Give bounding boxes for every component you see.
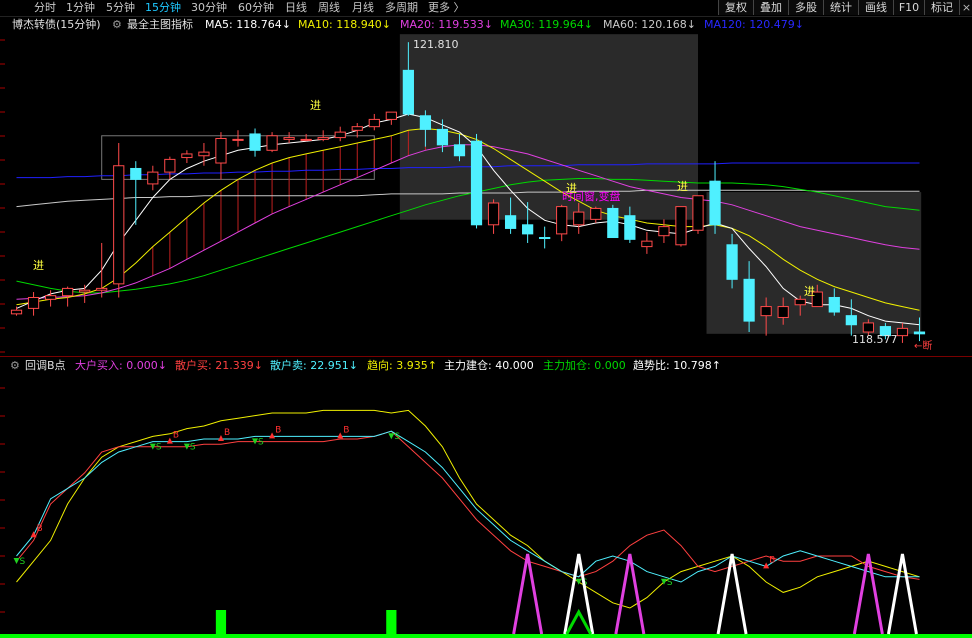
green-signal-bar [215, 610, 227, 634]
candle-body [419, 115, 432, 130]
candle-body [368, 118, 380, 128]
sub-line-retail_sell [16, 430, 920, 583]
candle-body [794, 298, 806, 306]
entry-signal: 进 [310, 99, 321, 112]
candle-body [470, 140, 483, 226]
candle-body [590, 207, 602, 220]
candle-body [10, 309, 23, 315]
candle-body [709, 180, 721, 226]
candle-body [539, 237, 551, 240]
entry-signal: 进 [566, 182, 577, 195]
triangle-signal [565, 608, 593, 635]
candle-body [385, 111, 397, 120]
candle-body [743, 278, 755, 322]
candle-body [300, 138, 312, 141]
price-chart[interactable]: SBSBSBSB BSS SB [0, 0, 972, 638]
baseline-bar [0, 634, 972, 638]
candle-body [828, 296, 840, 313]
candle-body [130, 167, 142, 180]
candle-body [760, 306, 772, 317]
candle-body [607, 207, 619, 239]
candle-body [845, 315, 857, 326]
candle-body [726, 244, 738, 280]
candle-body [249, 133, 261, 151]
candle-body [504, 215, 517, 229]
signal-letter: B [37, 524, 43, 534]
signal-letter: B [224, 428, 230, 438]
signal-letter: B [173, 431, 179, 441]
candle-body [334, 131, 346, 139]
entry-signal: 进 [677, 180, 688, 193]
signal-letter: B [343, 425, 349, 435]
stock-chart-window: 分时 1分钟 5分钟 15分钟 30分钟 60分钟 日线 周线 月线 多周期 更… [0, 0, 972, 638]
candle-body [198, 151, 210, 157]
candle-body [266, 135, 278, 151]
high-price-label: 121.810 [413, 38, 459, 51]
signal-letter: S [156, 443, 162, 453]
signal-letter: B [275, 425, 281, 435]
candle-body [675, 206, 687, 246]
triangle-signal [512, 553, 544, 635]
highlight-zone [706, 192, 922, 334]
signal-letter: S [667, 578, 673, 588]
triangle-signal [886, 553, 918, 635]
signal-letter: S [20, 557, 26, 567]
low-arrow-label: ←断 [914, 341, 933, 352]
candle-body [96, 287, 108, 291]
candle-body [862, 322, 874, 333]
candle-body [402, 69, 414, 115]
candle-body [164, 158, 176, 173]
candle-body [556, 206, 568, 235]
candle-body [522, 224, 534, 235]
candle-body [283, 137, 295, 140]
signal-letter: S [190, 443, 196, 453]
signal-letter: S [258, 437, 264, 447]
triangle-signal [563, 553, 595, 635]
candle-body [147, 171, 159, 185]
entry-signal: 进 [804, 285, 815, 298]
triangle-signal [614, 553, 646, 635]
candle-body [658, 226, 670, 237]
signal-letter: S [394, 432, 400, 442]
entry-signal: 进 [33, 259, 44, 272]
candle-body [453, 144, 466, 157]
low-price-label: 118.577 [852, 333, 898, 346]
candle-body [44, 295, 57, 300]
candle-body [232, 138, 244, 141]
sub-line-retail_buy [16, 430, 920, 580]
candle-body [181, 153, 193, 159]
signal-letter: B [769, 555, 775, 565]
candle-body [113, 165, 125, 285]
candle-body [641, 240, 653, 248]
candle-body [79, 289, 91, 293]
candle-body [436, 128, 449, 146]
candle-body [573, 211, 585, 226]
candle-body [27, 296, 40, 309]
candle-body [62, 287, 74, 297]
candle-body [777, 306, 789, 318]
candle-body [487, 202, 500, 226]
candle-body [215, 137, 227, 164]
candle-body [913, 331, 926, 335]
green-signal-bar [386, 610, 397, 634]
candle-body [317, 137, 329, 140]
candle-body [624, 215, 636, 240]
candle-body [692, 195, 704, 231]
candle-body [351, 126, 363, 131]
candle-body [896, 327, 909, 337]
